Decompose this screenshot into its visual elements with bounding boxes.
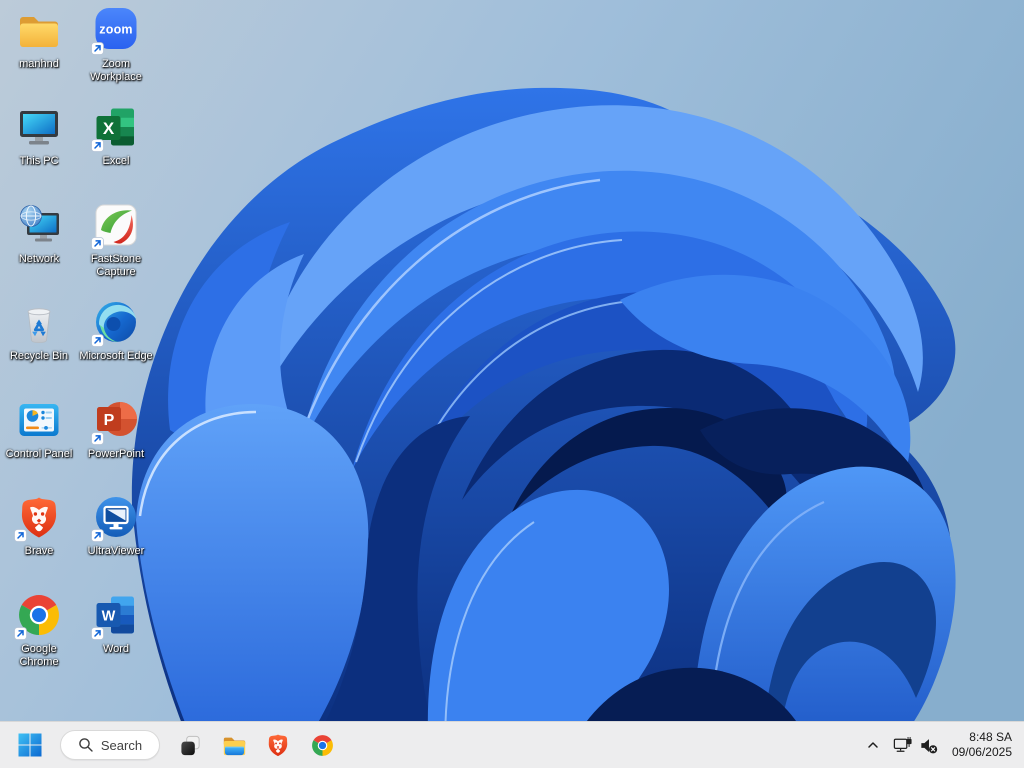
search-icon bbox=[78, 737, 94, 753]
folder-icon bbox=[15, 6, 63, 54]
desktop-icon-label: UltraViewer bbox=[87, 545, 145, 557]
tray-time: 8:48 SA bbox=[969, 730, 1012, 744]
zoom-app-icon bbox=[92, 6, 140, 54]
taskbar-search[interactable]: Search bbox=[60, 730, 160, 760]
desktop-icon-label: Google Chrome bbox=[19, 643, 59, 668]
taskbar-chrome-button[interactable] bbox=[302, 725, 342, 765]
shortcut-arrow-icon bbox=[91, 432, 104, 445]
desktop-icon-label: manhnd bbox=[19, 58, 59, 70]
word-icon bbox=[92, 591, 140, 639]
task-view-button[interactable] bbox=[170, 725, 210, 765]
shortcut-arrow-icon bbox=[14, 529, 27, 542]
start-button[interactable] bbox=[10, 725, 50, 765]
desktop-icon-control-panel[interactable]: Control Panel bbox=[1, 396, 77, 461]
brave-icon bbox=[265, 732, 291, 758]
desktop-icon-label: Zoom Workplace bbox=[90, 58, 142, 83]
desktop-icon-brave[interactable]: Brave bbox=[1, 493, 77, 558]
desktop-icon-label: Microsoft Edge bbox=[79, 350, 153, 362]
desktop-icon-label: Network bbox=[18, 253, 60, 265]
desktop-icon-manhnd[interactable]: manhnd bbox=[1, 6, 77, 71]
control-panel-icon bbox=[15, 396, 63, 444]
desktop-icon-powerpoint[interactable]: PowerPoint bbox=[78, 396, 154, 461]
desktop-icon-zoom-workplace[interactable]: Zoom Workplace bbox=[78, 6, 154, 84]
desktop-icon-recycle-bin[interactable]: Recycle Bin bbox=[1, 298, 77, 363]
chrome-icon bbox=[310, 733, 335, 758]
desktop-icon-label: Recycle Bin bbox=[9, 350, 69, 362]
shortcut-arrow-icon bbox=[91, 627, 104, 640]
desktop: manhnd Zoom Workplace This PC Excel Netw… bbox=[0, 0, 1024, 721]
shortcut-arrow-icon bbox=[91, 42, 104, 55]
desktop-icon-this-pc[interactable]: This PC bbox=[1, 103, 77, 168]
desktop-icon-google-chrome[interactable]: Google Chrome bbox=[1, 591, 77, 669]
shortcut-arrow-icon bbox=[91, 139, 104, 152]
tray-date: 09/06/2025 bbox=[951, 745, 1012, 759]
search-label: Search bbox=[100, 737, 143, 753]
taskbar-brave-button[interactable] bbox=[258, 725, 298, 765]
desktop-icon-label: Brave bbox=[24, 545, 54, 557]
desktop-icon-ultraviewer[interactable]: UltraViewer bbox=[78, 493, 154, 558]
shortcut-arrow-icon bbox=[14, 627, 27, 640]
shortcut-arrow-icon bbox=[91, 529, 104, 542]
tray-network-volume-button[interactable] bbox=[888, 725, 944, 765]
network-icon bbox=[15, 201, 63, 249]
desktop-icon-microsoft-edge[interactable]: Microsoft Edge bbox=[78, 298, 154, 363]
tray-overflow-button[interactable] bbox=[858, 725, 888, 765]
task-view-icon bbox=[179, 734, 202, 757]
desktop-icon-label: This PC bbox=[19, 155, 59, 167]
faststone-icon bbox=[92, 201, 140, 249]
desktop-icon-label: Word bbox=[102, 643, 130, 655]
recycle-bin-icon bbox=[15, 298, 63, 346]
desktop-icon-label: Control Panel bbox=[5, 448, 73, 460]
shortcut-arrow-icon bbox=[91, 334, 104, 347]
desktop-icon-faststone-capture[interactable]: FastStone Capture bbox=[78, 201, 154, 279]
chrome-icon bbox=[15, 591, 63, 639]
taskbar: Search 8:48 SA 09/06/2025 bbox=[0, 721, 1024, 768]
brave-icon bbox=[15, 493, 63, 541]
shortcut-arrow-icon bbox=[91, 237, 104, 250]
excel-icon bbox=[92, 103, 140, 151]
edge-icon bbox=[92, 298, 140, 346]
this-pc-icon bbox=[15, 103, 63, 151]
powerpoint-icon bbox=[92, 396, 140, 444]
desktop-icon-label: PowerPoint bbox=[87, 448, 145, 460]
chevron-up-icon bbox=[865, 737, 881, 753]
ultraviewer-icon bbox=[92, 493, 140, 541]
taskbar-file-explorer-button[interactable] bbox=[214, 725, 254, 765]
system-tray: 8:48 SA 09/06/2025 bbox=[858, 725, 1018, 765]
desktop-icon-label: FastStone Capture bbox=[90, 253, 142, 278]
windows-logo-icon bbox=[18, 733, 42, 757]
tray-clock[interactable]: 8:48 SA 09/06/2025 bbox=[944, 726, 1018, 764]
desktop-icon-network[interactable]: Network bbox=[1, 201, 77, 266]
desktop-icon-word[interactable]: Word bbox=[78, 591, 154, 656]
volume-muted-icon bbox=[918, 735, 939, 756]
desktop-icon-label: Excel bbox=[102, 155, 130, 167]
file-explorer-icon bbox=[221, 732, 248, 759]
desktop-icon-excel[interactable]: Excel bbox=[78, 103, 154, 168]
network-ethernet-icon bbox=[892, 735, 913, 756]
